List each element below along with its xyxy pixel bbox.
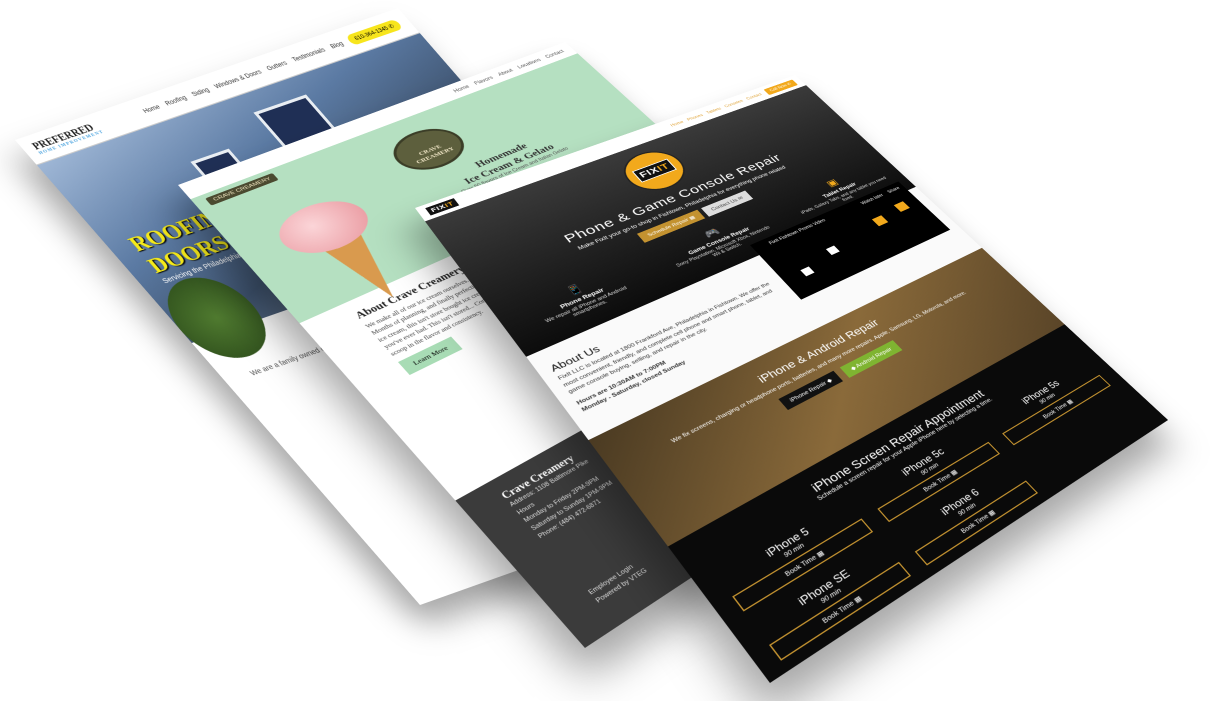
nav-home[interactable]: Home: [670, 120, 685, 127]
nav-home[interactable]: Home: [141, 103, 162, 114]
watch-later-button[interactable]: Watch later: [860, 193, 884, 205]
nav-testimonials[interactable]: Testimonials: [290, 46, 327, 63]
nav-flavors[interactable]: Flavors: [473, 75, 495, 86]
nav-home[interactable]: Home: [452, 84, 471, 94]
nav-about[interactable]: About: [496, 68, 514, 77]
share-button[interactable]: Share: [887, 186, 901, 194]
iphone-repair-button[interactable]: iPhone Repair ◆: [778, 370, 844, 411]
nav-siding[interactable]: Siding: [190, 86, 211, 97]
nav-contact[interactable]: Contact: [745, 93, 762, 101]
nav-gutters[interactable]: Gutters: [265, 59, 289, 71]
nav-consoles[interactable]: Consoles: [723, 99, 744, 108]
nav-phones[interactable]: Phones: [686, 113, 704, 121]
nav-contact[interactable]: Contact: [544, 49, 566, 59]
nav-windows-doors[interactable]: Windows & Doors: [213, 68, 264, 90]
android-repair-button[interactable]: ◆ Android Repair: [839, 340, 903, 378]
nav-blog[interactable]: Blog: [329, 40, 346, 50]
nav-roofing[interactable]: Roofing: [163, 94, 188, 107]
nav-tablets[interactable]: Tablets: [705, 107, 722, 115]
